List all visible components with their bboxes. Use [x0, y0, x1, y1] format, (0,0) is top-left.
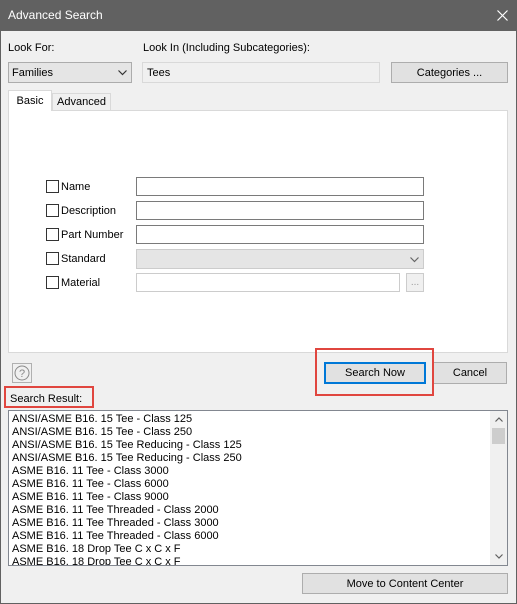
window-title: Advanced Search	[8, 8, 103, 22]
tab-advanced[interactable]: Advanced	[52, 93, 111, 111]
name-checkbox[interactable]	[46, 180, 59, 193]
list-item[interactable]: ANSI/ASME B16. 15 Tee - Class 250	[9, 426, 490, 439]
description-checkbox[interactable]	[46, 204, 59, 217]
results-scrollbar[interactable]	[490, 411, 507, 565]
scroll-down-icon	[494, 554, 503, 559]
scroll-thumb[interactable]	[492, 428, 505, 444]
list-item[interactable]: ASME B16. 11 Tee - Class 3000	[9, 465, 490, 478]
scroll-down-button[interactable]	[490, 548, 507, 565]
list-item[interactable]: ANSI/ASME B16. 15 Tee Reducing - Class 2…	[9, 452, 490, 465]
look-for-dropdown[interactable]: Families	[8, 62, 132, 83]
part-number-checkbox[interactable]	[46, 228, 59, 241]
categories-button[interactable]: Categories ...	[391, 62, 508, 83]
close-icon	[496, 10, 508, 21]
list-item[interactable]: ASME B16. 11 Tee - Class 9000	[9, 491, 490, 504]
part-number-label: Part Number	[61, 229, 124, 241]
list-item[interactable]: ASME B16. 11 Tee Threaded - Class 3000	[9, 517, 490, 530]
description-input[interactable]	[136, 201, 424, 220]
standard-dropdown[interactable]	[136, 249, 424, 269]
list-item[interactable]: ANSI/ASME B16. 15 Tee Reducing - Class 1…	[9, 439, 490, 452]
material-label: Material	[61, 277, 101, 289]
name-label: Name	[61, 181, 91, 193]
chevron-down-icon	[410, 257, 419, 263]
description-label: Description	[61, 205, 117, 217]
look-in-label: Look In (Including Subcategories):	[143, 42, 310, 54]
material-browse-button[interactable]: ...	[406, 273, 424, 292]
look-for-label: Look For:	[8, 42, 55, 54]
chevron-down-icon	[118, 69, 127, 75]
help-button[interactable]: ?	[12, 363, 32, 383]
material-input[interactable]	[136, 273, 400, 292]
name-input[interactable]	[136, 177, 424, 196]
standard-label: Standard	[61, 253, 106, 265]
part-number-input[interactable]	[136, 225, 424, 244]
search-now-button[interactable]: Search Now	[324, 362, 426, 384]
standard-checkbox[interactable]	[46, 252, 59, 265]
list-item[interactable]: ASME B16. 11 Tee - Class 6000	[9, 478, 490, 491]
look-for-value: Families	[12, 66, 53, 79]
close-button[interactable]	[487, 0, 517, 31]
cancel-button[interactable]: Cancel	[433, 362, 507, 384]
list-item[interactable]: ASME B16. 18 Drop Tee C x C x F	[9, 543, 490, 556]
help-icon: ?	[14, 365, 30, 381]
tab-basic[interactable]: Basic	[8, 90, 52, 111]
list-item[interactable]: ASME B16. 18 Drop Tee C x C x F	[9, 556, 490, 565]
scroll-up-icon	[494, 417, 503, 422]
search-results-list[interactable]: ANSI/ASME B16. 15 Tee - Class 125 ANSI/AS…	[8, 410, 508, 566]
look-in-field: Tees	[142, 62, 380, 83]
look-in-value: Tees	[147, 67, 171, 79]
move-to-content-center-button[interactable]: Move to Content Center	[302, 573, 508, 594]
scroll-up-button[interactable]	[490, 411, 507, 428]
list-item[interactable]: ANSI/ASME B16. 15 Tee - Class 125	[9, 413, 490, 426]
list-item[interactable]: ASME B16. 11 Tee Threaded - Class 6000	[9, 530, 490, 543]
help-glyph: ?	[19, 368, 25, 380]
material-checkbox[interactable]	[46, 276, 59, 289]
search-result-label: Search Result:	[10, 393, 83, 405]
results-items: ANSI/ASME B16. 15 Tee - Class 125 ANSI/AS…	[9, 413, 490, 565]
list-item[interactable]: ASME B16. 11 Tee Threaded - Class 2000	[9, 504, 490, 517]
title-bar: Advanced Search	[0, 0, 517, 31]
